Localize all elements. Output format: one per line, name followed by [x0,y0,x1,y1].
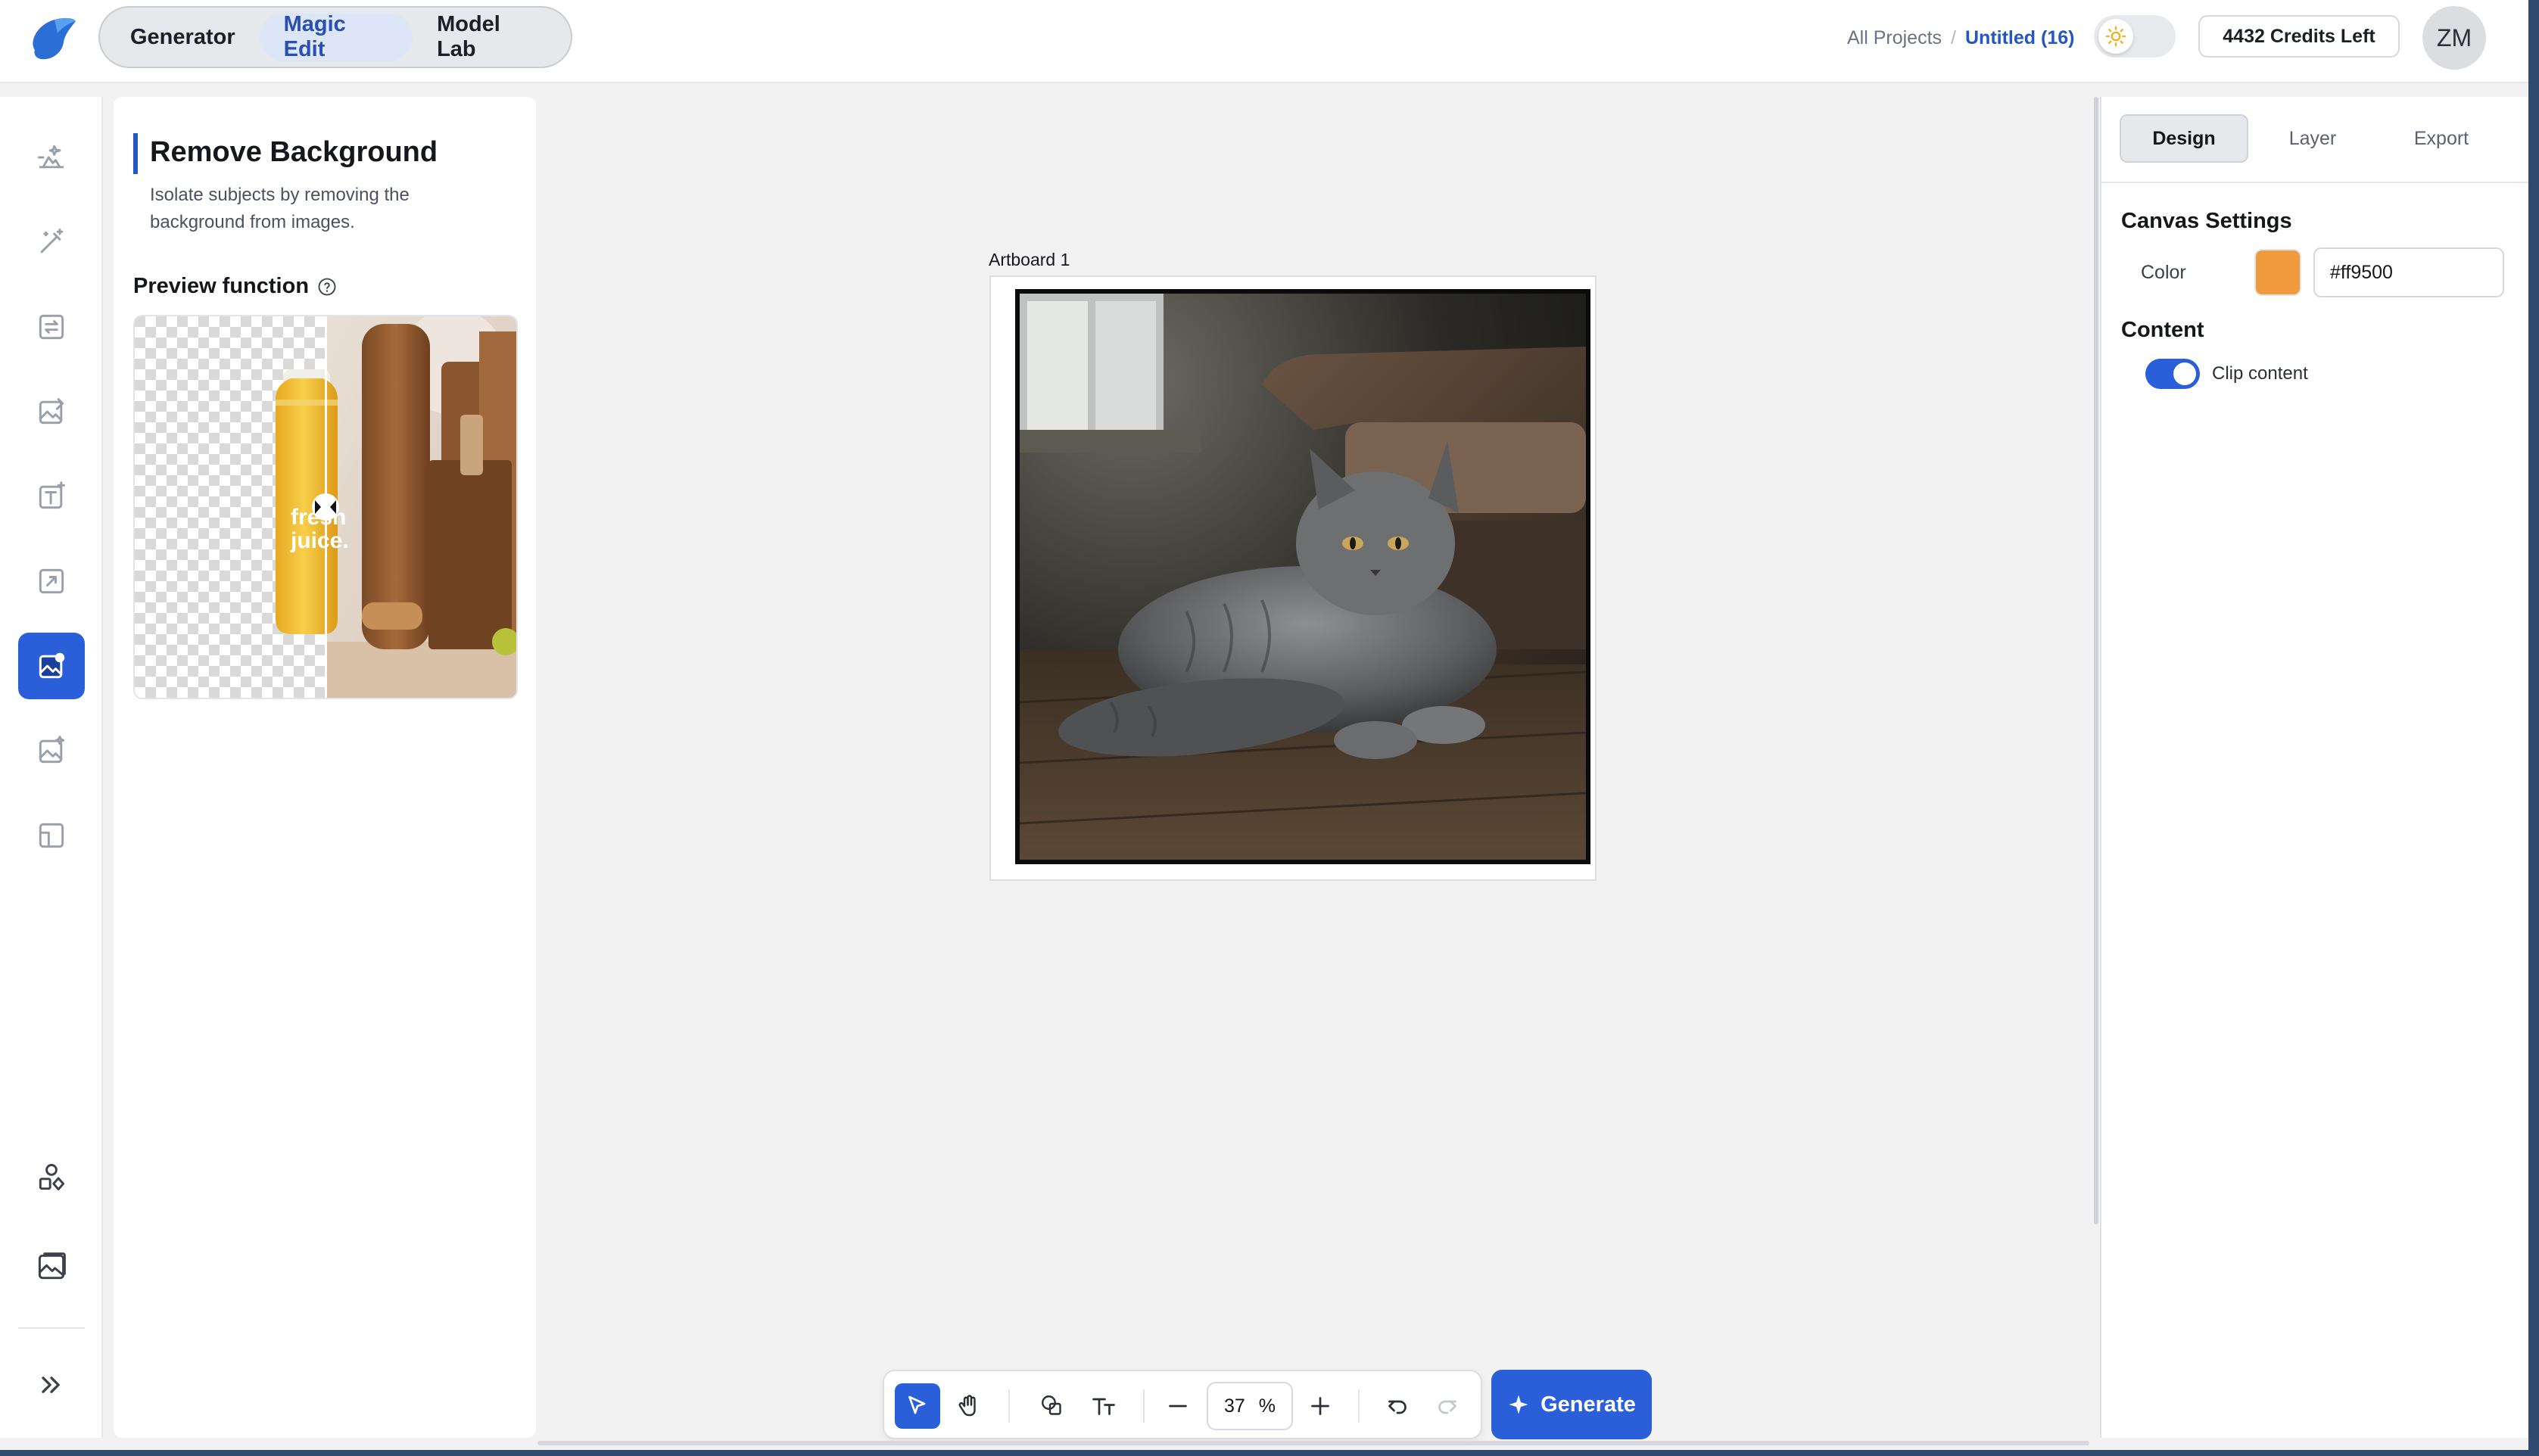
magic-wand-icon [40,229,64,254]
cat-photo[interactable] [1015,289,1590,864]
canvas-toolbar: 37 % [883,1370,1482,1439]
rail-image-swap-button[interactable] [18,294,85,360]
tab-export[interactable]: Export [2377,114,2506,163]
shapes-tool-button[interactable] [1030,1383,1075,1429]
content-heading: Content [2121,318,2204,342]
cursor-arrow-icon [908,1395,926,1414]
rail-image-enhance-button[interactable] [18,717,85,784]
preview-label-text: Preview function [133,274,310,298]
mode-switcher: Generator Magic Edit Model Lab [98,6,572,68]
rail-text-insert-button[interactable] [18,463,85,530]
clip-content-toggle[interactable] [2145,359,2200,389]
compare-slider-handle[interactable] [312,493,339,521]
rail-remove-background-button[interactable] [18,633,85,699]
app-logo[interactable] [21,11,82,64]
tab-layer[interactable]: Layer [2248,114,2377,163]
tab-design[interactable]: Design [2120,114,2248,163]
user-avatar[interactable]: ZM [2422,6,2486,70]
image-enhance-icon [39,736,65,764]
mode-tab-model-lab[interactable]: Model Lab [413,12,565,61]
properties-tabs: Design Layer Export [2120,114,2513,163]
image-edit-icon [39,398,64,425]
minus-icon [1169,1405,1187,1408]
help-icon[interactable] [316,276,338,297]
artboard-label[interactable]: Artboard 1 [989,250,1070,270]
toolbar-separator [1358,1389,1360,1423]
color-swatch[interactable] [2254,249,2301,296]
undo-icon [1388,1400,1407,1414]
rail-shapes-button[interactable] [18,1144,85,1211]
tool-panel: Remove Background Isolate subjects by re… [114,97,536,1438]
toolbar-separator [1008,1389,1010,1423]
top-bar: Generator Magic Edit Model Lab All Proje… [0,0,2528,83]
canvas-settings-heading: Canvas Settings [2121,209,2292,233]
hand-icon [958,1395,976,1417]
rail-image-edit-button[interactable] [18,378,85,445]
rail-gallery-button[interactable] [18,1234,85,1300]
zoom-value: 37 [1223,1395,1245,1417]
artboard[interactable] [989,275,1597,881]
tool-rail [0,97,103,1438]
select-tool-button[interactable] [895,1383,940,1429]
tool-description: Isolate subjects by removing the backgro… [150,185,410,232]
rail-expand-button[interactable] [18,1352,85,1418]
remove-background-icon [39,652,65,679]
shapes-icon [39,1164,65,1191]
zoom-level-field[interactable]: 37 % [1207,1382,1293,1430]
text-insert-icon [39,481,65,509]
title-accent-bar [133,133,138,174]
undo-button[interactable] [1375,1383,1420,1429]
breadcrumb-all-projects[interactable]: All Projects [1847,27,1942,49]
shapes-overlap-icon [1042,1395,1061,1415]
text-to-image-icon [38,145,64,169]
mode-tab-generator[interactable]: Generator [106,13,260,61]
bottle-text-line-2: juice. [290,528,349,553]
theme-toggle[interactable] [2094,15,2176,58]
color-label: Color [2141,262,2186,283]
breadcrumb: All Projects / Untitled (16) [1847,23,2074,53]
canvas-horizontal-scrollbar[interactable] [537,1441,2089,1445]
image-swap-icon [39,314,64,340]
text-tool-button[interactable] [1081,1383,1126,1429]
breadcrumb-current-project[interactable]: Untitled (16) [1965,27,2074,49]
sun-icon [2098,19,2133,54]
text-tool-icon [1092,1398,1115,1415]
plus-icon [1311,1397,1329,1415]
clip-content-label: Clip content [2212,363,2308,384]
mode-tab-magic-edit[interactable]: Magic Edit [259,12,413,61]
rail-text-to-image-button[interactable] [18,124,85,191]
tabs-divider [2101,182,2528,183]
properties-panel: Design Layer Export Canvas Settings Colo… [2100,97,2528,1438]
rail-divider [18,1327,85,1329]
gallery-icon [38,1252,66,1280]
breadcrumb-separator: / [1951,26,1956,48]
zoom-out-button[interactable] [1155,1383,1201,1429]
right-panel-scrollbar[interactable] [2094,97,2098,1224]
redo-icon [1438,1400,1456,1414]
zoom-unit: % [1258,1395,1276,1417]
generate-button[interactable]: Generate [1491,1370,1652,1439]
hand-tool-button[interactable] [946,1383,992,1429]
toolbar-separator [1143,1389,1145,1423]
app-window: Generator Magic Edit Model Lab All Proje… [0,0,2528,1450]
image-expand-icon [39,568,64,594]
credits-badge[interactable]: 4432 Credits Left [2198,15,2400,58]
rail-image-expand-button[interactable] [18,548,85,614]
zoom-in-button[interactable] [1298,1383,1343,1429]
color-hex-input[interactable] [2313,247,2504,297]
rail-resize-button[interactable] [18,802,85,869]
expand-chevrons-icon [42,1377,60,1393]
resize-icon [39,823,64,848]
rail-magic-wand-button[interactable] [18,209,85,275]
preview-image[interactable]: fresh juice. [133,315,518,699]
preview-function-label: Preview function [133,274,338,299]
generate-label: Generate [1541,1392,1636,1417]
redo-button[interactable] [1425,1383,1470,1429]
sparkle-icon [1509,1395,1528,1414]
tool-title: Remove Background [150,136,438,168]
